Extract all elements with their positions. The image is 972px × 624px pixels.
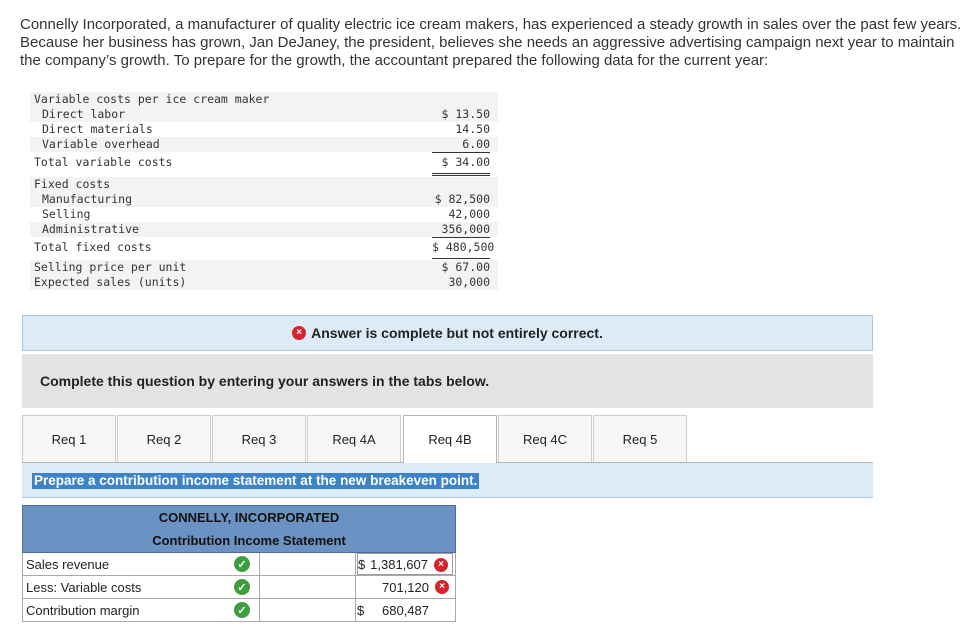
row-label: Selling price per unit xyxy=(34,260,187,274)
row-label: Direct labor xyxy=(42,107,126,121)
row-label: Variable costs per ice cream maker xyxy=(34,92,270,106)
table-row: Manufacturing $ 82,500 xyxy=(30,192,498,207)
row-value: 356,000 xyxy=(432,222,490,238)
prompt-bar: Prepare a contribution income statement … xyxy=(22,463,873,498)
table-row: Direct materials 14.50 xyxy=(30,122,498,137)
tab-req-1[interactable]: Req 1 xyxy=(22,415,116,462)
table-row: Expected sales (units) 30,000 xyxy=(30,275,498,290)
row-label: Administrative xyxy=(42,222,139,236)
amount-input[interactable]: 701,120 × xyxy=(357,576,453,598)
company-name: CONNELLY, INCORPORATED xyxy=(158,510,340,525)
line-item-label[interactable]: Sales revenue xyxy=(26,557,109,572)
table-row: Administrative 356,000 xyxy=(30,222,498,238)
prompt-text: Prepare a contribution income statement … xyxy=(32,473,480,489)
row-value: $ 82,500 xyxy=(434,192,490,206)
row-label: Direct materials xyxy=(42,122,153,136)
row-label: Manufacturing xyxy=(42,192,133,206)
row-label: Selling xyxy=(42,207,91,221)
instruction-text: Complete this question by entering your … xyxy=(40,373,490,389)
row-value: 42,000 xyxy=(448,207,490,221)
statement-header: CONNELLY, INCORPORATED Contribution Inco… xyxy=(22,505,456,553)
table-row: Variable costs per ice cream maker xyxy=(30,92,498,107)
incorrect-icon: × xyxy=(292,326,307,340)
problem-intro: Connelly Incorporated, a manufacturer of… xyxy=(20,16,962,69)
table-row: Total fixed costs $ 480,500 xyxy=(30,237,498,261)
dollar-sign: $ xyxy=(357,602,365,618)
check-icon: ✓ xyxy=(234,579,250,595)
row-label: Total fixed costs xyxy=(34,240,152,254)
incorrect-icon: × xyxy=(435,580,449,594)
instruction-bar: Complete this question by entering your … xyxy=(22,354,873,408)
dollar-sign: $ xyxy=(358,556,366,572)
feedback-text: Answer is complete but not entirely corr… xyxy=(311,325,603,341)
statement-row: Less: Variable costs ✓ 701,120 × xyxy=(22,576,456,599)
amount-value: 701,120 xyxy=(382,579,429,595)
row-value: $ 67.00 xyxy=(441,260,490,274)
amount-input[interactable]: $ 1,381,607 × xyxy=(357,553,453,575)
statement-row: Contribution margin ✓ $ 680,487 xyxy=(22,599,456,622)
amount-value: 1,381,607 xyxy=(370,556,428,572)
row-value: $ 13.50 xyxy=(441,107,490,121)
table-row: Direct labor $ 13.50 xyxy=(30,107,498,122)
amount-value-cell: $ 680,487 xyxy=(357,599,453,621)
table-row: Selling price per unit $ 67.00 xyxy=(30,260,498,275)
row-value: $ 34.00 xyxy=(432,152,490,176)
table-row: Fixed costs xyxy=(30,177,498,192)
incorrect-icon: × xyxy=(434,558,448,572)
row-label: Total variable costs xyxy=(34,155,173,169)
tab-req-4c[interactable]: Req 4C xyxy=(498,415,592,462)
amount-value: 680,487 xyxy=(382,602,429,618)
income-statement: CONNELLY, INCORPORATED Contribution Inco… xyxy=(22,505,456,622)
tab-req-4a[interactable]: Req 4A xyxy=(307,415,401,462)
statement-row: Sales revenue ✓ $ 1,381,607 × xyxy=(22,553,456,576)
check-icon: ✓ xyxy=(234,602,250,618)
requirement-tabs: Req 1 Req 2 Req 3 Req 4A Req 4B Req 4C R… xyxy=(22,415,873,463)
row-label: Variable overhead xyxy=(42,137,160,151)
row-value: $ 480,500 xyxy=(432,237,494,261)
feedback-banner: × Answer is complete but not entirely co… xyxy=(22,315,873,351)
tab-req-3[interactable]: Req 3 xyxy=(212,415,306,462)
row-value: 30,000 xyxy=(448,275,490,289)
line-item-label[interactable]: Less: Variable costs xyxy=(26,580,141,595)
table-row: Selling 42,000 xyxy=(30,207,498,222)
check-icon: ✓ xyxy=(234,556,250,572)
row-value: 6.00 xyxy=(432,137,490,153)
row-value: 14.50 xyxy=(455,122,490,136)
cost-data-table: Variable costs per ice cream maker Direc… xyxy=(30,92,498,290)
tab-req-4b[interactable]: Req 4B xyxy=(403,415,497,463)
line-item-label[interactable]: Contribution margin xyxy=(26,603,139,618)
row-label: Expected sales (units) xyxy=(34,275,187,289)
table-row: Variable overhead 6.00 xyxy=(30,137,498,153)
tab-req-2[interactable]: Req 2 xyxy=(117,415,211,462)
tab-req-5[interactable]: Req 5 xyxy=(593,415,687,462)
statement-title: Contribution Income Statement xyxy=(152,533,346,548)
row-label: Fixed costs xyxy=(34,177,111,191)
table-row: Total variable costs $ 34.00 xyxy=(30,152,498,176)
